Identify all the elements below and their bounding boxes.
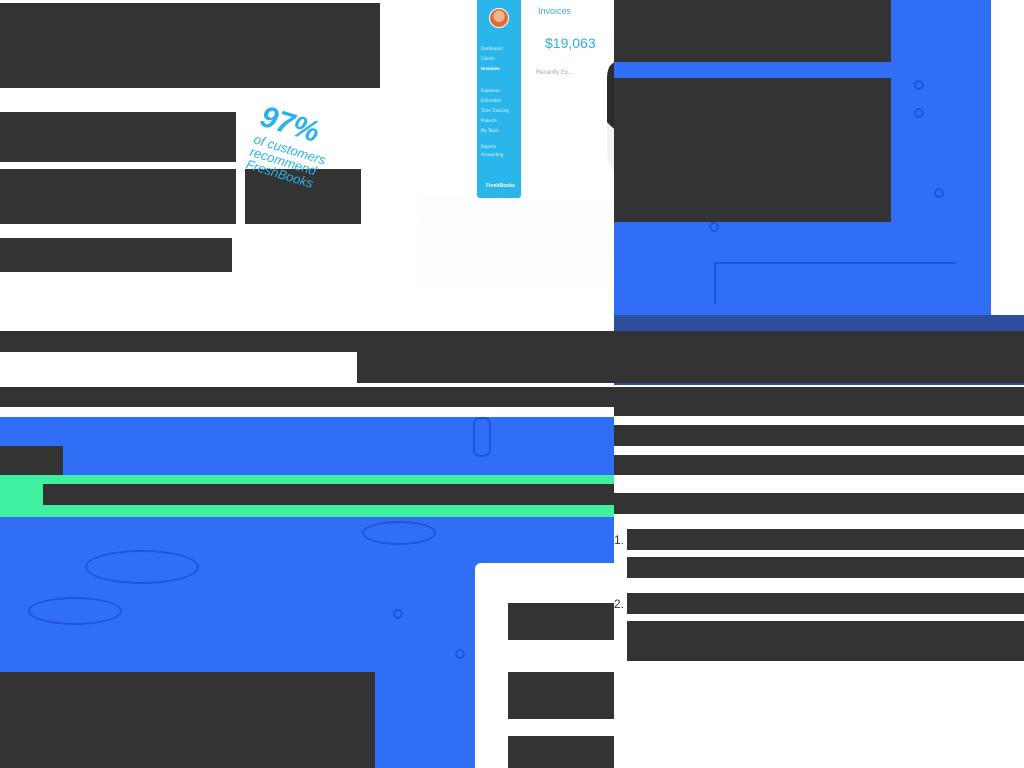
card-button-3[interactable] xyxy=(508,736,614,768)
sidebar-item-clients: Clients xyxy=(481,56,495,61)
app-sidebar: Dashboard Clients Invoices Expenses Esti… xyxy=(477,0,521,198)
right-text-line-3 xyxy=(614,455,1024,475)
list-item-1-text xyxy=(627,529,1024,550)
section-heading-redacted xyxy=(0,331,1024,352)
sidebar-item-estimates: Estimates xyxy=(481,98,501,103)
list-item-1-number: 1. xyxy=(614,533,625,547)
small-label-redacted xyxy=(0,446,63,475)
invoices-title: Invoices xyxy=(538,6,572,16)
sidebar-item-dashboard: Dashboard xyxy=(481,46,503,51)
sidebar-item-expenses: Expenses xyxy=(481,88,501,93)
section-heading-redacted-2 xyxy=(357,352,1024,383)
sidebar-item-my-team: My Team xyxy=(481,128,499,133)
sidebar-item-accounting: Accounting xyxy=(481,152,504,157)
card-button-1[interactable] xyxy=(508,603,614,640)
sidebar-item-time-tracking: Time Tracking xyxy=(481,108,509,113)
right-text-line-2 xyxy=(614,425,1024,446)
sidebar-item-reports: Reports xyxy=(481,144,497,149)
list-item-2-text xyxy=(627,593,1024,614)
signup-card xyxy=(475,563,614,768)
sidebar-item-invoices: Invoices xyxy=(481,66,500,71)
bottom-heading-redacted xyxy=(0,672,375,768)
hero-photo-backdrop xyxy=(418,195,614,310)
list-item-2-number: 2. xyxy=(614,597,625,611)
right-text-line-1 xyxy=(614,396,1024,416)
card-button-2[interactable] xyxy=(508,672,614,719)
recent-label: Recently Ex... xyxy=(536,70,574,76)
right-heading-redacted xyxy=(614,0,891,62)
hero-link-redacted[interactable] xyxy=(0,238,232,272)
hero-heading-redacted xyxy=(0,3,380,88)
sidebar-item-projects: Projects xyxy=(481,118,497,123)
right-subtext-redacted xyxy=(614,78,891,222)
list-item-2-text-2 xyxy=(627,621,1024,661)
user-avatar xyxy=(489,8,509,28)
right-text-line-4 xyxy=(614,493,1024,514)
app-main-panel: Invoices $19,063 Recently Ex... xyxy=(521,0,659,200)
app-preview: Dashboard Clients Invoices Expenses Esti… xyxy=(477,0,659,200)
list-item-1-text-2 xyxy=(627,557,1024,578)
hero-subtext-redacted-1 xyxy=(0,112,236,162)
hero-subtext-redacted-2 xyxy=(0,169,236,224)
invoice-amount: $19,063 xyxy=(545,35,596,51)
sidebar-logo: FreshBooks xyxy=(486,183,515,189)
mint-banner-text-redacted xyxy=(43,484,614,505)
